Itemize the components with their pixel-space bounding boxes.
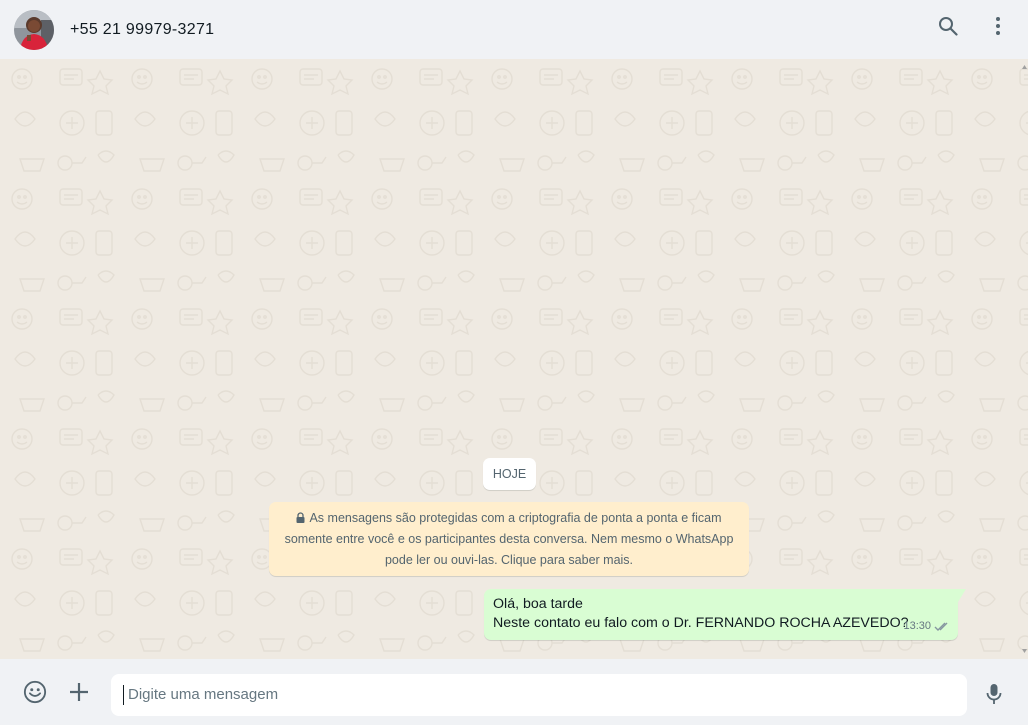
encryption-line-3: pode ler ou ouvi-las. Clique para saber …	[384, 553, 634, 567]
encryption-notice-line: As mensagens são protegidas com a cripto…	[281, 508, 737, 529]
scrollbar[interactable]	[1022, 63, 1027, 655]
encryption-line-1: As mensagens são protegidas com a cripto…	[309, 511, 722, 525]
attach-plus-icon[interactable]	[67, 680, 91, 704]
bubble-tail	[958, 589, 966, 602]
chat-header: +55 21 99979-3271	[0, 0, 1028, 59]
kebab-menu-icon[interactable]	[986, 14, 1010, 38]
compose-bar	[0, 659, 1028, 725]
message-input[interactable]	[123, 685, 967, 705]
emoji-icon[interactable]	[23, 680, 47, 704]
lock-icon	[296, 512, 305, 523]
microphone-icon[interactable]	[982, 682, 1006, 706]
outgoing-message[interactable]: Olá, boa tarde Neste contato eu falo com…	[484, 589, 966, 640]
double-check-icon	[934, 622, 948, 631]
encryption-notice[interactable]: As mensagens são protegidas com a cripto…	[269, 502, 749, 576]
encryption-line-2: somente entre você e os participantes de…	[284, 532, 734, 546]
message-time: 13:30	[903, 620, 931, 632]
avatar-photo	[14, 9, 54, 50]
message-meta: 13:30	[903, 617, 950, 636]
message-line-1: Olá, boa tarde	[493, 596, 583, 612]
message-line-2: Neste contato eu falo com o Dr. FERNANDO…	[493, 615, 909, 631]
search-icon[interactable]	[936, 14, 960, 38]
contact-name[interactable]: +55 21 99979-3271	[70, 21, 214, 39]
chat-panel[interactable]: HOJE As mensagens são protegidas com a c…	[0, 59, 1028, 659]
contact-avatar[interactable]	[14, 9, 54, 50]
message-input-box[interactable]	[111, 674, 967, 716]
date-separator: HOJE	[483, 458, 536, 490]
